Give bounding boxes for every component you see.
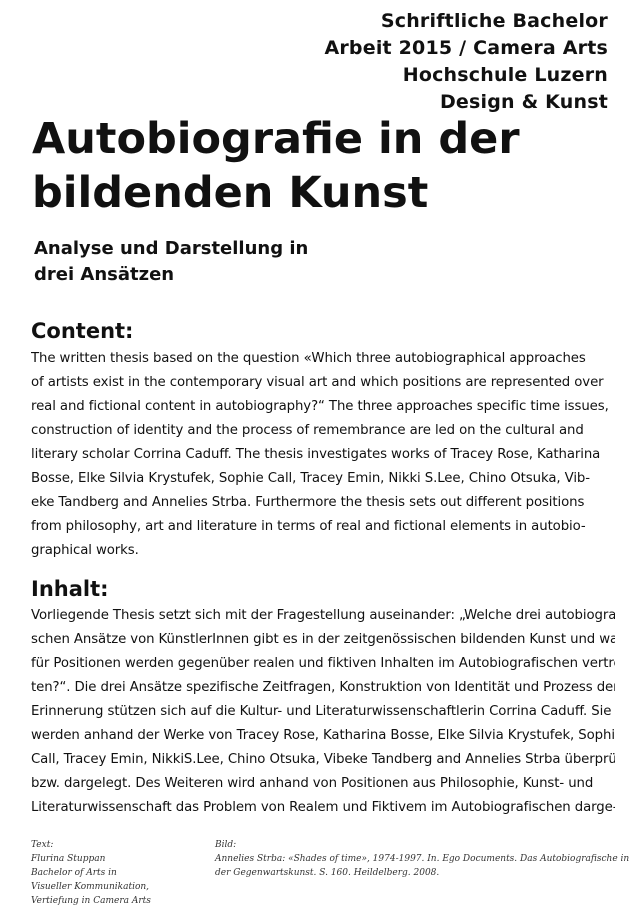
footer-line: Annelies Strba: «Shades of time», 1974-1… [215,854,630,864]
inhalt-heading: Inhalt: [31,577,109,601]
content-paragraph: The written thesis based on the question… [31,347,615,563]
footer-line: Bachelor of Arts in [31,868,117,878]
content-heading: Content: [31,319,134,343]
footer-line: Vertiefung in Camera Arts [31,896,151,906]
header-line: Schriftliche Bachelor [380,10,608,32]
page-title: Autobiografie in der bildenden Kunst [32,112,612,220]
paragraph-line: für Positionen werden gegenüber realen u… [31,656,615,671]
header-line: Arbeit 2015 / Camera Arts [324,37,608,59]
paragraph-line: ten?“. Die drei Ansätze spezifische Zeit… [31,680,615,695]
paragraph-line: bzw. dargelegt. Des Weiteren wird anhand… [31,776,594,791]
paragraph-line: Erinnerung stützen sich auf die Kultur- … [31,704,612,719]
subtitle-line: drei Ansätzen [34,264,175,285]
paragraph-line: Literaturwissenschaft das Problem von Re… [31,800,615,815]
paragraph-line: werden anhand der Werke von Tracey Rose,… [31,728,615,743]
inhalt-paragraph: Vorliegende Thesis setzt sich mit der Fr… [31,604,615,820]
footer-text-credit: Text: Flurina Stuppan Bachelor of Arts i… [31,838,191,908]
paragraph-line: Vorliegende Thesis setzt sich mit der Fr… [31,608,615,623]
paragraph-line: literary scholar Corrina Caduff. The the… [31,447,601,462]
paragraph-line: schen Ansätze von KünstlerInnen gibt es … [31,632,615,647]
paragraph-line: from philosophy, art and literature in t… [31,519,586,534]
subtitle-line: Analyse und Darstellung in [34,238,309,259]
header-block: Schriftliche Bachelor Arbeit 2015 / Came… [324,8,608,116]
paragraph-line: The written thesis based on the question… [31,351,586,366]
paragraph-line: construction of identity and the process… [31,423,584,438]
paragraph-line: graphical works. [31,543,139,558]
footer-line: Visueller Kommunikation, [31,882,150,892]
paragraph-line: Call, Tracey Emin, NikkiS.Lee, Chino Ots… [31,752,615,767]
footer-label: Text: [31,840,54,850]
paragraph-line: eke Tandberg and Annelies Strba. Further… [31,495,585,510]
paragraph-line: of artists exist in the contemporary vis… [31,375,604,390]
paragraph-line: Bosse, Elke Silvia Krystufek, Sophie Cal… [31,471,590,486]
header-line: Hochschule Luzern [402,64,608,86]
footer-label: Bild: [215,840,237,850]
title-line: Autobiografie in der [32,114,520,164]
footer-line: der Gegenwartskunst. S. 160. Heildelberg… [215,868,440,878]
title-line: bildenden Kunst [32,168,429,218]
footer-line: Flurina Stuppan [31,854,106,864]
footer-image-credit: Bild: Annelies Strba: «Shades of time», … [215,838,630,880]
paragraph-line: real and fictional content in autobiogra… [31,399,609,414]
page-subtitle: Analyse und Darstellung in drei Ansätzen [34,236,308,288]
